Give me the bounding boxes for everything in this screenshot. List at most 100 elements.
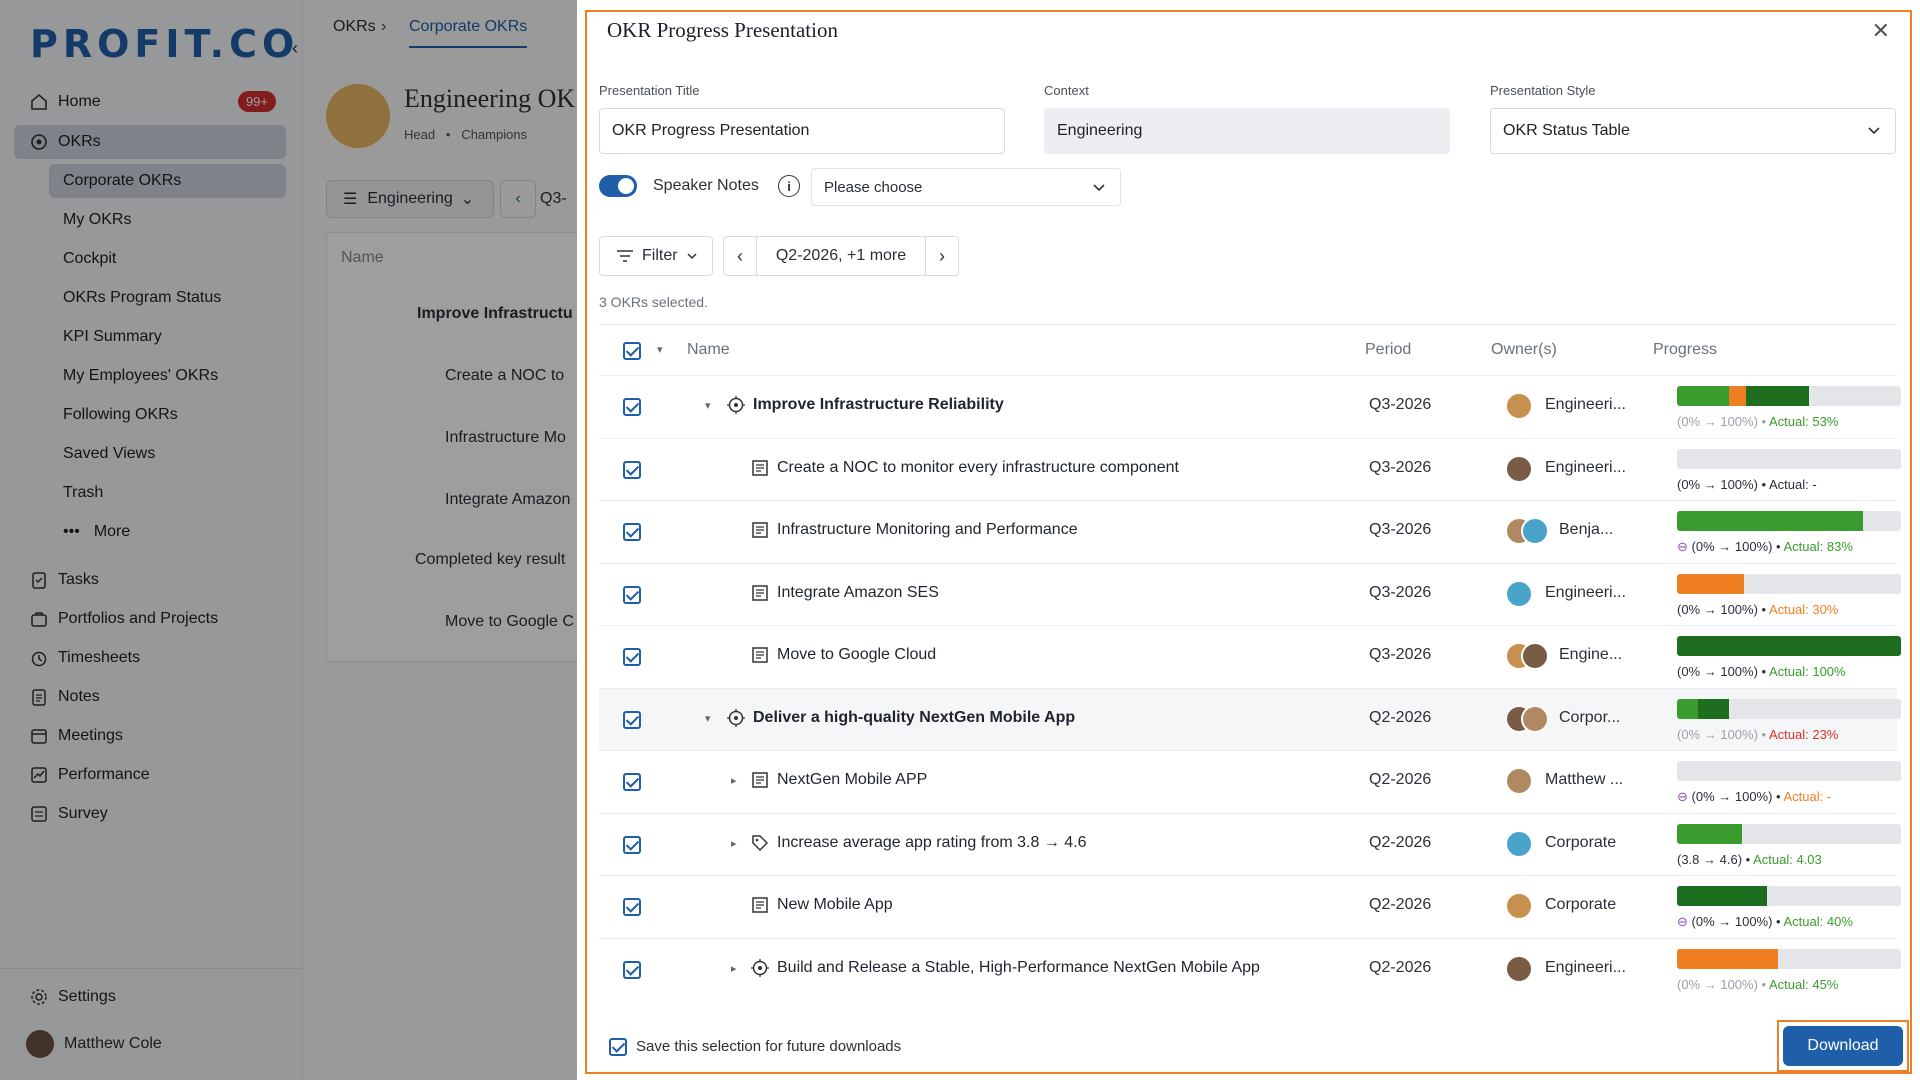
row-name[interactable]: Infrastructure Monitoring and Performanc… [777,521,1078,539]
row-checkbox[interactable] [623,523,641,541]
progress-bar [1677,886,1901,906]
actual-value: Actual: 30% [1768,601,1839,617]
table-row[interactable]: ▾ Deliver a high-quality NextGen Mobile A… [599,687,1901,750]
owner-avatar[interactable] [1521,642,1549,670]
save-selection-checkbox[interactable] [609,1038,627,1056]
row-checkbox[interactable] [623,398,641,416]
owner-avatar[interactable] [1505,767,1533,795]
row-checkbox[interactable] [623,960,641,979]
link-icon: ⊖ [1677,914,1692,929]
chevron-right-icon[interactable]: ▸ [731,774,737,787]
row-name[interactable]: New Mobile App [777,896,893,914]
row-name[interactable]: Move to Google Cloud [777,646,936,664]
column-header-owners[interactable]: Owner(s) [1491,325,1557,375]
chevron-down-icon[interactable]: ▾ [705,712,711,725]
modal-overlay[interactable] [0,0,577,1080]
period-selector[interactable]: Q2-2026, +1 more [756,237,926,275]
progress-range: (0% → 100%) [1691,539,1773,554]
row-checkbox[interactable] [623,585,641,604]
objective-icon [727,708,745,727]
progress-text: (0% → 100%) • Actual: 45% [1677,976,1839,992]
key-result-icon [752,897,768,913]
row-name[interactable]: Build and Release a Stable, High-Perform… [777,959,1260,977]
filter-button[interactable]: Filter [599,236,713,276]
owner-avatar[interactable] [1505,954,1533,983]
owner-avatar[interactable] [1505,892,1533,920]
row-checkbox[interactable] [623,648,641,666]
row-checkbox[interactable] [623,460,641,479]
progress-range: (0% → 100%) [1677,664,1758,679]
row-name[interactable]: NextGen Mobile APP [777,771,927,789]
table-row[interactable]: ▸ Build and Release a Stable, High-Perfor… [599,937,1901,1000]
table-row[interactable]: Infrastructure Monitoring and Performanc… [599,500,1901,562]
objective-icon [727,396,745,414]
row-period: Q2-2026 [1369,833,1432,851]
progress-range: (0% → 100%) [1677,601,1758,617]
chevron-right-icon[interactable]: ▸ [731,837,737,850]
owner-avatar[interactable] [1505,392,1533,420]
table-row[interactable]: ▾ Improve Infrastructure Reliability Q3-20… [599,375,1901,437]
row-owner: Engine... [1559,646,1623,663]
row-checkbox[interactable] [623,773,641,791]
speaker-notes-toggle[interactable] [599,175,637,197]
row-name[interactable]: Increase average app rating from 3.8 → 4… [777,834,1087,852]
owner-avatar[interactable] [1521,517,1549,545]
presentation-style-select[interactable]: OKR Status Table [1490,108,1896,154]
actual-value: Actual: 40% [1783,914,1853,929]
actual-value: Actual: 45% [1768,976,1839,992]
row-name[interactable]: Improve Infrastructure Reliability [753,396,1004,414]
prev-period-arrow[interactable]: ‹ [724,237,756,275]
row-owner: Engineeri... [1545,396,1626,413]
table-row[interactable]: Create a NOC to monitor every infrastruc… [599,437,1901,500]
chevron-right-icon[interactable]: ▸ [731,962,737,975]
row-checkbox[interactable] [623,835,641,854]
row-name[interactable]: Deliver a high-quality NextGen Mobile Ap… [753,709,1075,727]
row-owner: Engineeri... [1545,583,1626,601]
progress-segment [1677,386,1729,406]
progress-segment [1677,573,1745,594]
progress-bar [1677,761,1901,781]
table-row[interactable]: New Mobile App Q2-2026 Corporate ⊖ (0% → 10… [599,875,1901,937]
actual-value: Actual: - [1783,789,1832,804]
table-row[interactable]: Move to Google Cloud Q3-2026 Engine... (0% … [599,625,1901,687]
row-checkbox[interactable] [623,898,641,916]
column-header-progress[interactable]: Progress [1653,325,1717,375]
owner-avatar[interactable] [1505,454,1533,483]
owner-avatar[interactable] [1505,829,1533,858]
presentation-title-input[interactable]: OKR Progress Presentation [599,108,1005,154]
owner-avatar[interactable] [1505,579,1533,608]
row-name[interactable]: Create a NOC to monitor every infrastruc… [777,459,1179,477]
row-period: Q3-2026 [1369,646,1432,663]
progress-segment [1697,698,1729,719]
table-row[interactable]: ▸ NextGen Mobile APP Q2-2026 Matthew ... ⊖ (… [599,750,1901,812]
chevron-down-icon[interactable]: ▾ [705,399,711,412]
chevron-down-icon [1868,127,1880,135]
row-owner: Corporate [1545,896,1617,913]
key-result-icon [752,647,768,663]
actual-value: Actual: 23% [1768,726,1839,742]
column-header-name[interactable]: Name [687,325,730,375]
speaker-notes-select[interactable]: Please choose [811,168,1121,206]
table-row[interactable]: Integrate Amazon SES Q3-2026 Engineeri... (… [599,562,1901,625]
dialog-title: OKR Progress Presentation [607,18,838,42]
row-name[interactable]: Integrate Amazon SES [777,584,939,602]
column-header-period[interactable]: Period [1365,325,1411,375]
progress-segment [1677,698,1698,719]
table-row[interactable]: ▸ Increase average app rating from 3.8 → … [599,812,1901,875]
progress-range: (0% → 100%) [1691,789,1773,804]
actual-value: Actual: 53% [1768,414,1839,429]
next-period-arrow[interactable]: › [926,237,958,275]
chevron-down-icon[interactable]: ▾ [657,343,663,356]
filter-icon [617,250,633,262]
info-icon[interactable]: i [778,175,800,197]
select-all-checkbox[interactable] [623,342,641,360]
row-period: Q2-2026 [1369,896,1432,913]
row-checkbox[interactable] [623,710,641,729]
download-button[interactable]: Download [1783,1026,1903,1066]
progress-segment [1677,948,1778,969]
progress-bar [1677,823,1901,844]
close-icon[interactable]: ✕ [1872,18,1890,44]
presentation-style-label: Presentation Style [1490,83,1596,98]
owner-avatar[interactable] [1521,704,1549,733]
presentation-title-label: Presentation Title [599,83,700,98]
